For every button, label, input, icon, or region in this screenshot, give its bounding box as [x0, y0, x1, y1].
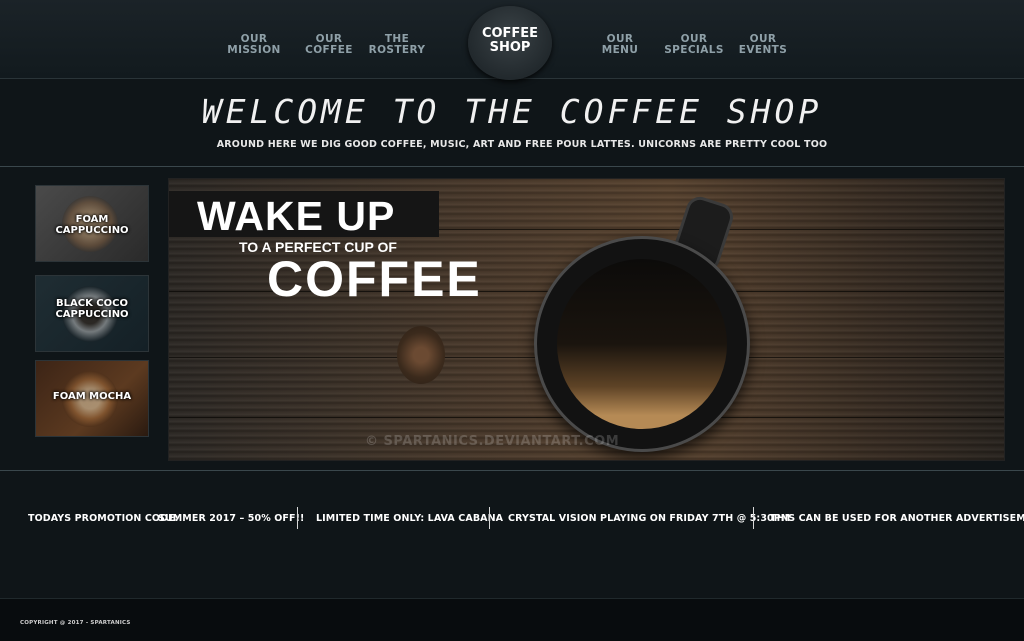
- nav-label-line2: EVENTS: [738, 44, 788, 56]
- nav-label-line2: SPECIALS: [664, 44, 724, 56]
- wood-knot: [397, 326, 445, 384]
- coffee-shop-logo[interactable]: COFFEE SHOP: [468, 6, 552, 80]
- nav-the-rostery[interactable]: THE ROSTERY: [362, 34, 432, 56]
- page-title: WELCOME TO THE COFFEE SHOP: [201, 92, 823, 131]
- coffee-mug-image: [534, 236, 750, 452]
- coffee-surface: [557, 259, 727, 429]
- promo-divider: [297, 507, 298, 529]
- sidebar-item-black-coco-cappuccino[interactable]: BLACK COCO CAPPUCCINO: [35, 275, 149, 352]
- promo-item-lava-cabana: LIMITED TIME ONLY: LAVA CABANA: [316, 513, 504, 524]
- nav-our-menu[interactable]: OUR MENU: [585, 34, 655, 56]
- nav-our-mission[interactable]: OUR MISSION: [219, 34, 289, 56]
- divider-top: [0, 166, 1024, 167]
- sidebar-item-label: FOAM: [75, 214, 109, 225]
- hero-headline: WAKE UP: [197, 193, 396, 239]
- nav-our-specials[interactable]: OUR SPECIALS: [659, 34, 729, 56]
- hero-banner: WAKE UP TO A PERFECT CUP OF COFFEE: [168, 178, 1005, 461]
- nav-label-line2: COFFEE: [305, 44, 353, 56]
- promo-item-crystal-vision: CRYSTAL VISION PLAYING ON FRIDAY 7TH @ 5…: [508, 513, 791, 524]
- promo-divider: [753, 507, 754, 529]
- footer: COPYRIGHT @ 2017 - SPARTANICS: [0, 598, 1024, 641]
- nav-our-coffee[interactable]: OUR COFFEE: [294, 34, 364, 56]
- watermark: © SPARTANICS.DEVIANTART.COM: [365, 434, 620, 449]
- tagline: AROUND HERE WE DIG GOOD COFFEE, MUSIC, A…: [216, 139, 828, 150]
- promo-code: SUMMER 2017 – 50% OFF!!: [158, 513, 305, 524]
- nav-label-line2: MISSION: [227, 44, 281, 56]
- nav-our-events[interactable]: OUR EVENTS: [728, 34, 798, 56]
- sidebar-item-label: CAPPUCCINO: [55, 309, 129, 320]
- divider-bottom: [0, 470, 1024, 471]
- sidebar-item-label: BLACK COCO: [56, 298, 128, 309]
- sidebar-item-label: FOAM MOCHA: [52, 391, 132, 402]
- promo-divider: [489, 507, 490, 529]
- copyright-text: COPYRIGHT @ 2017 - SPARTANICS: [20, 620, 131, 626]
- promo-item-advertisement: THIS CAN BE USED FOR ANOTHER ADVERTISEME…: [770, 513, 1024, 524]
- logo-line2: SHOP: [489, 40, 531, 55]
- hero-big-word: COFFEE: [267, 251, 482, 307]
- nav-label-line2: ROSTERY: [368, 44, 426, 56]
- sidebar-item-foam-mocha[interactable]: FOAM MOCHA: [35, 360, 149, 437]
- sidebar-item-foam-cappuccino[interactable]: FOAM CAPPUCCINO: [35, 185, 149, 262]
- nav-label-line2: MENU: [601, 44, 639, 56]
- sidebar-item-label: CAPPUCCINO: [55, 225, 129, 236]
- promo-label: TODAYS PROMOTION CODE:: [28, 513, 179, 524]
- logo-line1: COFFEE: [481, 26, 539, 41]
